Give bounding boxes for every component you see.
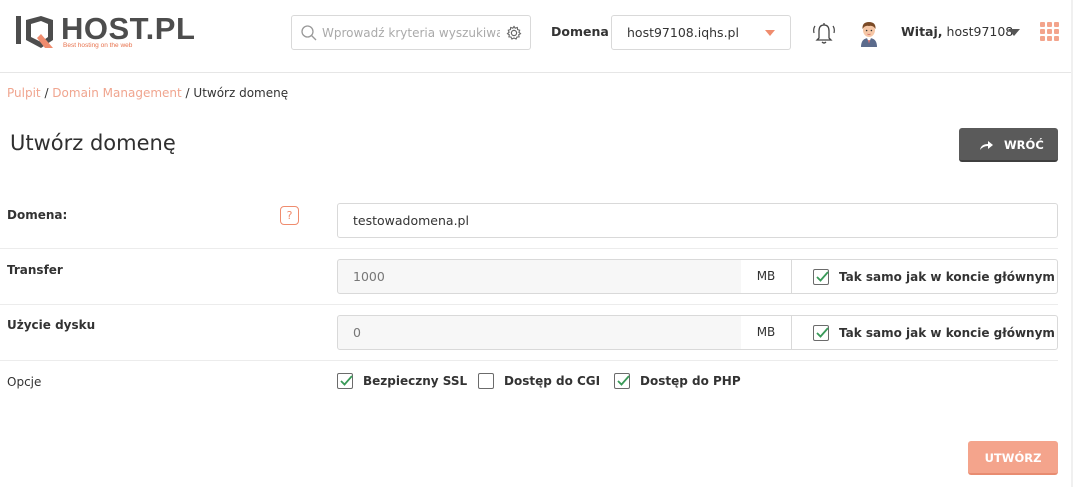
username: host97108 bbox=[946, 24, 1014, 39]
options-label: Opcje bbox=[7, 375, 42, 389]
check-icon bbox=[340, 375, 353, 386]
disk-usage-input[interactable] bbox=[337, 315, 742, 350]
settings-gear-icon[interactable] bbox=[506, 25, 522, 41]
back-button[interactable]: WRÓĆ bbox=[959, 128, 1058, 162]
transfer-same-as-main: Tak samo jak w koncie głównym bbox=[791, 259, 1058, 294]
breadcrumb: Pulpit / Domain Management / Utwórz dome… bbox=[7, 86, 288, 100]
check-icon bbox=[816, 271, 829, 282]
apps-grid-icon[interactable] bbox=[1040, 22, 1060, 42]
breadcrumb-separator: / bbox=[40, 86, 53, 100]
page-title: Utwórz domenę bbox=[10, 131, 176, 155]
php-checkbox[interactable] bbox=[614, 373, 630, 389]
search-icon bbox=[301, 25, 317, 41]
share-arrow-icon bbox=[980, 141, 993, 150]
disk-same-checkbox[interactable] bbox=[813, 325, 829, 341]
domain-select[interactable]: host97108.iqhs.pl bbox=[611, 15, 791, 50]
ssl-checkbox[interactable] bbox=[337, 373, 353, 389]
domain-label: Domena bbox=[551, 24, 609, 39]
row-divider bbox=[0, 248, 1058, 249]
cgi-checkbox[interactable] bbox=[478, 373, 494, 389]
ssl-label: Bezpieczny SSL bbox=[363, 374, 468, 388]
domain-input[interactable] bbox=[337, 203, 1058, 238]
breadcrumb-domain-management[interactable]: Domain Management bbox=[52, 86, 181, 100]
disk-same-label: Tak samo jak w koncie głównym bbox=[839, 326, 1055, 340]
logo[interactable]: HOST.PL Best hosting on the web bbox=[15, 12, 195, 52]
search-box bbox=[291, 15, 531, 50]
row-divider bbox=[0, 360, 1058, 361]
breadcrumb-home[interactable]: Pulpit bbox=[7, 86, 41, 100]
help-icon[interactable]: ? bbox=[280, 206, 299, 225]
breadcrumb-separator: / bbox=[181, 86, 194, 100]
user-greeting[interactable]: Witaj, host97108 bbox=[901, 24, 1013, 39]
row-divider bbox=[0, 304, 1058, 305]
search-input[interactable] bbox=[322, 17, 500, 48]
breadcrumb-current: Utwórz domenę bbox=[193, 86, 289, 100]
transfer-same-label: Tak samo jak w koncie głównym bbox=[839, 270, 1055, 284]
transfer-unit: MB bbox=[741, 259, 792, 294]
caret-down-icon bbox=[765, 30, 775, 36]
logo-text: HOST.PL bbox=[61, 11, 196, 46]
avatar[interactable] bbox=[857, 19, 881, 47]
logo-mark-icon bbox=[16, 16, 53, 48]
cgi-label: Dostęp do CGI bbox=[504, 374, 601, 388]
transfer-same-checkbox[interactable] bbox=[813, 269, 829, 285]
php-label: Dostęp do PHP bbox=[640, 374, 741, 388]
transfer-label: Transfer bbox=[7, 263, 63, 277]
check-icon bbox=[617, 375, 630, 386]
back-button-label: WRÓĆ bbox=[1004, 138, 1044, 152]
top-bar: HOST.PL Best hosting on the web Domena h… bbox=[0, 0, 1073, 73]
check-icon bbox=[816, 327, 829, 338]
logo-tagline: Best hosting on the web bbox=[63, 42, 133, 49]
domain-select-value: host97108.iqhs.pl bbox=[627, 25, 739, 40]
transfer-input[interactable] bbox=[337, 259, 742, 294]
disk-same-as-main: Tak samo jak w koncie głównym bbox=[791, 315, 1058, 350]
create-button[interactable]: UTWÓRZ bbox=[968, 441, 1058, 475]
notification-bell-icon[interactable] bbox=[810, 20, 838, 46]
disk-usage-label: Użycie dysku bbox=[7, 318, 96, 332]
greeting-text: Witaj, bbox=[901, 24, 943, 39]
user-menu-caret-icon[interactable] bbox=[1008, 29, 1020, 36]
disk-usage-unit: MB bbox=[741, 315, 792, 350]
domain-field-label: Domena: bbox=[7, 208, 68, 222]
